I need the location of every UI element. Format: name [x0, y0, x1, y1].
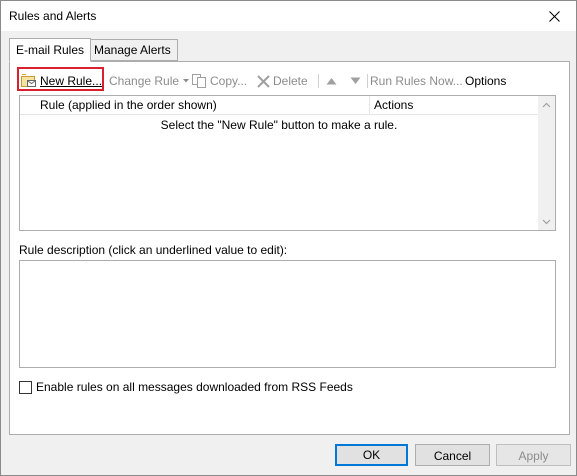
apply-button[interactable]: Apply — [496, 444, 571, 466]
rss-rules-checkbox[interactable] — [19, 380, 32, 394]
tab-email-rules[interactable]: E-mail Rules — [9, 38, 92, 62]
rules-empty-message: Select the "New Rule" button to make a r… — [160, 118, 398, 132]
new-rule-icon — [21, 74, 36, 87]
close-button[interactable] — [532, 1, 576, 31]
copy-button[interactable]: Copy... — [192, 72, 247, 90]
rule-description-box[interactable] — [19, 260, 556, 368]
rules-and-alerts-dialog: Rules and Alerts E-mail Rules Manage Ale… — [0, 0, 577, 476]
column-header-rule[interactable]: Rule (applied in the order shown) — [20, 96, 370, 114]
rules-list[interactable]: Rule (applied in the order shown) Action… — [19, 95, 556, 231]
chevron-down-icon — [183, 79, 190, 83]
rules-list-scrollbar[interactable] — [538, 96, 555, 230]
delete-label: Delete — [273, 74, 308, 88]
new-rule-button[interactable]: New Rule... — [21, 72, 102, 90]
rss-rules-label[interactable]: Enable rules on all messages downloaded … — [36, 380, 353, 394]
scroll-up-button[interactable] — [538, 96, 555, 113]
scroll-down-button[interactable] — [538, 213, 555, 230]
rule-description-label: Rule description (click an underlined va… — [19, 243, 288, 257]
ok-button[interactable]: OK — [335, 444, 408, 466]
delete-button[interactable]: Delete — [257, 72, 308, 90]
tab-manage-alerts[interactable]: Manage Alerts — [87, 39, 178, 61]
chevron-down-icon — [542, 219, 551, 224]
arrow-up-icon — [326, 78, 337, 85]
change-rule-button[interactable]: Change Rule — [109, 72, 190, 90]
email-rules-panel: New Rule... Change Rule Copy... Delete R… — [9, 61, 570, 435]
rules-list-header: Rule (applied in the order shown) Action… — [20, 96, 538, 115]
arrow-down-icon — [350, 77, 361, 84]
close-icon — [548, 10, 560, 22]
delete-icon — [257, 74, 270, 88]
rules-toolbar: New Rule... Change Rule Copy... Delete R… — [16, 66, 564, 94]
title-bar: Rules and Alerts — [1, 1, 576, 31]
move-down-button[interactable] — [350, 72, 361, 90]
toolbar-separator — [367, 74, 368, 88]
copy-icon — [192, 74, 206, 88]
run-rules-now-button[interactable]: Run Rules Now... — [370, 72, 463, 90]
options-button[interactable]: Options — [465, 72, 506, 90]
rss-rules-option[interactable]: Enable rules on all messages downloaded … — [19, 380, 353, 394]
change-rule-label: Change Rule — [109, 74, 180, 88]
cancel-button[interactable]: Cancel — [415, 444, 490, 466]
move-up-button[interactable] — [326, 72, 337, 90]
column-header-actions[interactable]: Actions — [370, 96, 538, 114]
options-label: Options — [465, 74, 507, 88]
toolbar-separator — [318, 74, 319, 88]
window-title: Rules and Alerts — [9, 9, 97, 23]
chevron-up-icon — [542, 102, 551, 107]
copy-label: Copy... — [210, 74, 248, 88]
run-rules-now-label: Run Rules Now... — [370, 74, 463, 88]
new-rule-label: New Rule... — [40, 74, 103, 88]
